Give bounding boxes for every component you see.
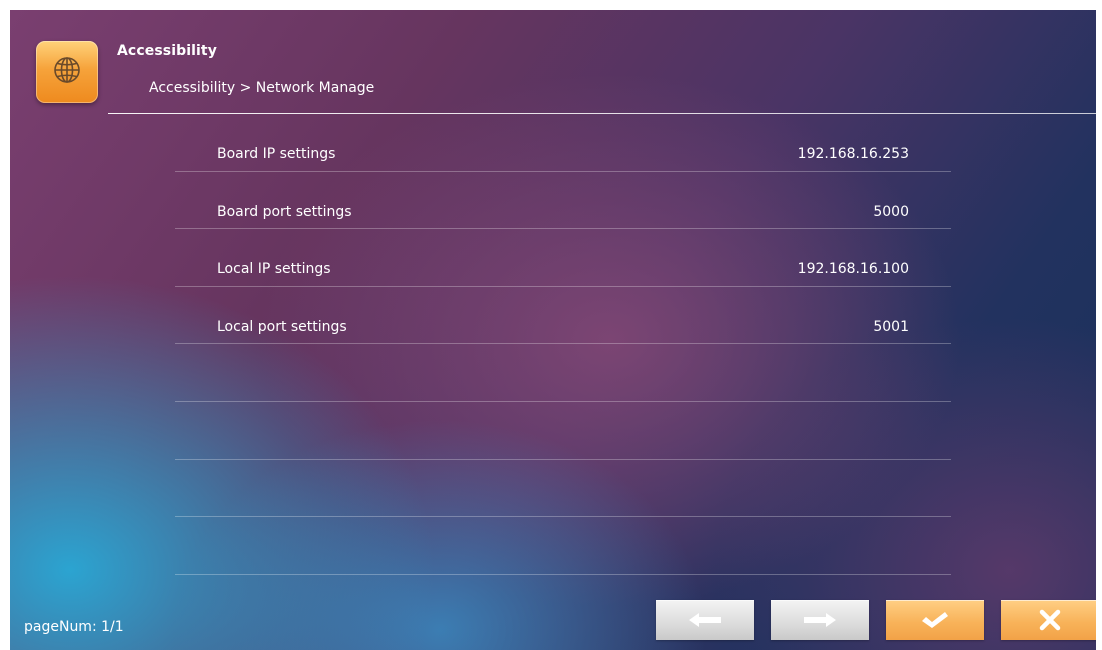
globe-icon — [52, 55, 82, 89]
setting-value: 5000 — [873, 203, 909, 220]
network-manage-screen: Accessibility Accessibility > Network Ma… — [10, 10, 1096, 650]
setting-row-empty — [175, 344, 951, 402]
app-title: Accessibility — [117, 43, 217, 59]
app-icon — [36, 41, 98, 103]
confirm-button[interactable] — [886, 600, 984, 640]
next-button[interactable] — [771, 600, 869, 640]
setting-row-empty — [175, 517, 951, 575]
setting-row-empty — [175, 402, 951, 460]
setting-row-local-port[interactable]: Local port settings 5001 — [175, 287, 951, 345]
setting-row-empty — [175, 460, 951, 518]
setting-label: Local port settings — [217, 318, 347, 335]
check-icon — [920, 610, 950, 630]
close-icon — [1039, 609, 1061, 631]
page-number: pageNum: 1/1 — [24, 619, 124, 635]
setting-label: Board IP settings — [217, 146, 336, 162]
setting-row-board-port[interactable]: Board port settings 5000 — [175, 172, 951, 230]
setting-label: Local IP settings — [217, 261, 331, 278]
setting-value: 192.168.16.253 — [797, 146, 909, 162]
setting-value: 192.168.16.100 — [797, 261, 909, 278]
setting-label: Board port settings — [217, 203, 352, 220]
arrow-left-icon — [688, 612, 722, 628]
close-button[interactable] — [1001, 600, 1096, 640]
setting-row-local-ip[interactable]: Local IP settings 192.168.16.100 — [175, 229, 951, 287]
previous-button[interactable] — [656, 600, 754, 640]
setting-row-board-ip[interactable]: Board IP settings 192.168.16.253 — [175, 114, 951, 172]
settings-list: Board IP settings 192.168.16.253 Board p… — [175, 114, 951, 575]
arrow-right-icon — [803, 612, 837, 628]
setting-value: 5001 — [873, 318, 909, 335]
breadcrumb: Accessibility > Network Manage — [149, 80, 375, 96]
